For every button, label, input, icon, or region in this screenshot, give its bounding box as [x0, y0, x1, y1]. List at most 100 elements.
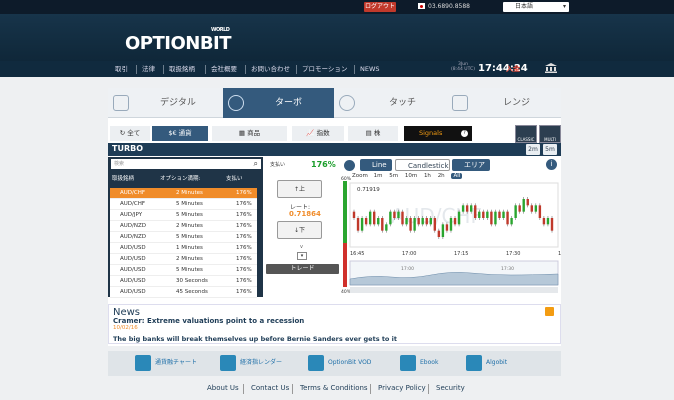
- candle: [453, 218, 457, 225]
- expiry: 45 Seconds: [176, 289, 208, 295]
- trade-button[interactable]: トレード: [266, 264, 339, 274]
- news-date: 10/02/16: [113, 325, 138, 331]
- candle: [409, 218, 412, 231]
- language-select[interactable]: 日本語 ▾: [503, 2, 569, 12]
- settings-icon[interactable]: [344, 160, 355, 171]
- candle: [441, 224, 445, 237]
- expand-label: v: [300, 244, 303, 250]
- header: [0, 14, 674, 61]
- tab-turbo[interactable]: ターボ: [223, 88, 334, 118]
- payout-value: 176%: [311, 160, 336, 169]
- logo[interactable]: OPTIONBIT WORLD: [125, 27, 232, 54]
- footer-about-link[interactable]: About Us: [207, 384, 239, 392]
- sentiment-label-up: 60%: [341, 176, 352, 182]
- clock-icon: [228, 95, 244, 111]
- candle: [433, 218, 437, 231]
- deposit-link[interactable]: 入金: [506, 64, 520, 74]
- info-icon[interactable]: i: [546, 159, 557, 170]
- footer-security-link[interactable]: Security: [436, 384, 465, 392]
- candle: [502, 211, 505, 218]
- candle: [373, 211, 376, 225]
- expand-button[interactable]: ▾: [297, 252, 307, 260]
- chart-icon: [135, 355, 151, 371]
- table-row[interactable]: AUD/USD 2 Minutes 176%: [110, 254, 257, 265]
- news-headline[interactable]: The big banks will break themselves up b…: [113, 335, 397, 343]
- payout: 176%: [236, 289, 252, 295]
- nav-item-trade[interactable]: 取引: [115, 65, 128, 74]
- table-row[interactable]: AUD/CHF 5 Minutes 176%: [110, 199, 257, 210]
- tool-algobit[interactable]: Algobit: [466, 355, 507, 371]
- asset-filter-all[interactable]: ↻ 全て: [110, 126, 150, 141]
- price-chart[interactable]: 60%40%AUD/CHF0.7191916:45 17:00 17:15 17:30…: [341, 171, 561, 297]
- tab-range[interactable]: レンジ: [447, 88, 561, 118]
- multi-view-button[interactable]: MULTI: [539, 125, 561, 143]
- tool-ebook[interactable]: Ebook: [400, 355, 438, 371]
- top-bar: [0, 0, 674, 14]
- asset-filter-stock[interactable]: ▤ 株: [348, 126, 398, 141]
- bank-icon[interactable]: [545, 63, 557, 73]
- logout-button[interactable]: ログアウト: [364, 2, 396, 12]
- table-row[interactable]: AUD/USD 45 Seconds 176%: [110, 287, 257, 298]
- x-tick-label: 17:45: [558, 251, 561, 257]
- candle: [526, 199, 529, 206]
- news-headline[interactable]: Cramer: Extreme valuations point to a re…: [113, 317, 304, 325]
- candle: [530, 205, 533, 212]
- table-row[interactable]: AUD/USD 30 Seconds 176%: [110, 276, 257, 287]
- footer-divider: [428, 384, 429, 394]
- asset-filter-index[interactable]: 📈 指数: [292, 126, 344, 141]
- table-row[interactable]: AUD/USD 5 Minutes 176%: [110, 265, 257, 276]
- tool-economic-calendar[interactable]: 経済指レンダー: [220, 355, 282, 371]
- navigator-scrollbar: [350, 287, 558, 293]
- date-display: 3Jun (8:44 UTC): [451, 62, 475, 72]
- candle: [465, 205, 469, 212]
- candle: [486, 211, 489, 218]
- turbo-bar: [108, 143, 561, 156]
- tool-currency-chart[interactable]: 通貨融チャート: [135, 355, 197, 371]
- nav-item-contact[interactable]: お問い合わせ: [251, 65, 290, 74]
- tab-touch[interactable]: タッチ: [334, 88, 447, 118]
- nav-item-assets[interactable]: 取扱銘柄: [169, 65, 195, 74]
- table-row[interactable]: AUD/NZD 5 Minutes 176%: [110, 232, 257, 243]
- table-row[interactable]: AUD/CHF 2 Minutes 176%: [110, 188, 257, 199]
- put-down-button[interactable]: ↓下: [277, 221, 322, 239]
- main-nav: 取引 法律 取扱銘柄 会社概要 お問い合わせ プロモーション NEWS: [0, 61, 674, 77]
- candle: [425, 218, 428, 225]
- chart-type-line[interactable]: Line: [360, 159, 392, 171]
- chart-type-area[interactable]: エリア: [452, 159, 490, 171]
- candle: [514, 205, 517, 218]
- signals-button[interactable]: Signals?: [404, 126, 472, 141]
- timeframe-5m-button[interactable]: 5m: [543, 144, 557, 155]
- footer-divider: [370, 384, 371, 394]
- tab-digital[interactable]: デジタル: [108, 88, 223, 118]
- timeframe-2m-button[interactable]: 2m: [526, 144, 540, 155]
- tool-vod[interactable]: OptionBit VOD: [308, 355, 371, 371]
- footer-terms-link[interactable]: Terms & Conditions: [300, 384, 368, 392]
- candle: [405, 218, 408, 225]
- language-label: 日本語: [515, 3, 534, 10]
- classic-view-button[interactable]: CLASSIC: [515, 125, 537, 143]
- table-row[interactable]: AUD/JPY 5 Minutes 176%: [110, 210, 257, 221]
- nav-item-legal[interactable]: 法律: [142, 65, 155, 74]
- table-row[interactable]: AUD/NZD 2 Minutes 176%: [110, 221, 257, 232]
- table-row[interactable]: AUD/USD 1 Minutes 176%: [110, 243, 257, 254]
- payout: 176%: [236, 212, 252, 218]
- nav-item-news[interactable]: NEWS: [360, 65, 380, 74]
- nav-divider: [205, 65, 206, 74]
- rss-icon[interactable]: [545, 307, 554, 316]
- footer-privacy-link[interactable]: Privacy Policy: [378, 384, 426, 392]
- call-up-button[interactable]: ↑上: [277, 180, 322, 198]
- footer-contact-link[interactable]: Contact Us: [251, 384, 289, 392]
- asset-filter-currency[interactable]: $€ 通貨: [152, 126, 208, 141]
- nav-divider: [354, 65, 355, 74]
- x-tick-label: 17:30: [506, 251, 520, 257]
- help-icon: ?: [461, 130, 468, 137]
- candle: [490, 211, 493, 225]
- asset-name: AUD/NZD: [120, 223, 146, 229]
- nav-item-about[interactable]: 会社概要: [211, 65, 237, 74]
- chart-type-candlestick[interactable]: Candlestick: [395, 159, 450, 171]
- search-input[interactable]: 検索 ⌕: [111, 159, 261, 169]
- mode-tabs: デジタル ターボ タッチ レンジ: [108, 88, 561, 118]
- asset-filter-commodity[interactable]: ▦ 商品: [212, 126, 287, 141]
- sentiment-bar-up: [343, 181, 347, 243]
- nav-item-promotion[interactable]: プロモーション: [302, 65, 347, 74]
